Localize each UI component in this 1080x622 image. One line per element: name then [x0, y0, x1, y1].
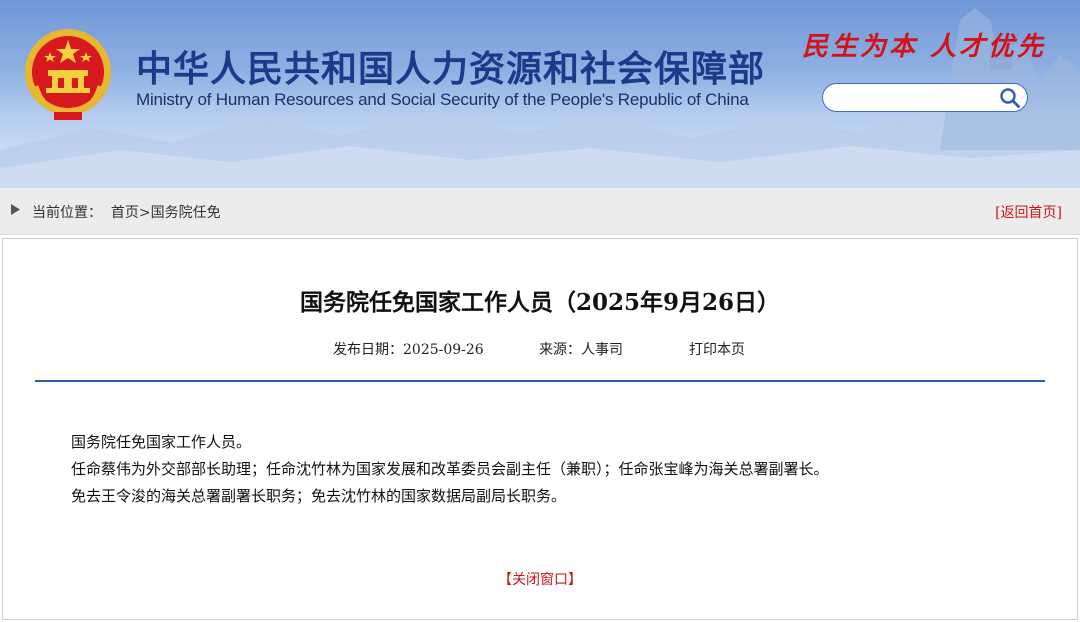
- source-value: 人事司: [581, 342, 623, 358]
- search-box: [822, 83, 1028, 112]
- search-input[interactable]: [833, 88, 993, 107]
- article-container: 国务院任免国家工作人员（2025年9月26日） 发布日期：2025-09-26 …: [2, 238, 1078, 620]
- site-title-en: Ministry of Human Resources and Social S…: [136, 90, 749, 109]
- search-icon[interactable]: [999, 87, 1021, 109]
- article-title: 国务院任免国家工作人员（2025年9月26日）: [299, 289, 781, 316]
- slogan: 民生为本 人才优先: [802, 32, 1047, 62]
- publish-date-value: 2025-09-26: [403, 342, 484, 358]
- breadcrumb-current-link[interactable]: 国务院任免: [151, 205, 221, 221]
- site-title-cn: 中华人民共和国人力资源和社会保障部: [136, 49, 766, 90]
- breadcrumb: 当前位置： 首页>国务院任免: [32, 202, 221, 222]
- breadcrumb-home-link[interactable]: 首页: [111, 205, 139, 221]
- national-emblem-icon: [25, 29, 111, 120]
- article-paragraph: 任命蔡伟为外交部部长助理；任命沈竹林为国家发展和改革委员会副主任（兼职）；任命张…: [71, 460, 829, 478]
- article-source: 来源：人事司: [539, 339, 623, 359]
- header-banner: 中华人民共和国人力资源和社会保障部 Ministry of Human Reso…: [0, 0, 1080, 188]
- breadcrumb-label: 当前位置：: [32, 205, 102, 221]
- article-body: 国务院任免国家工作人员。 任命蔡伟为外交部部长助理；任命沈竹林为国家发展和改革委…: [71, 429, 829, 510]
- source-label: 来源：: [539, 342, 581, 358]
- triangle-right-icon: [11, 204, 20, 215]
- close-window-link[interactable]: 【关闭窗口】: [3, 569, 1077, 589]
- back-home-link[interactable]: [返回首页]: [995, 202, 1062, 222]
- print-page-link[interactable]: 打印本页: [689, 339, 745, 359]
- breadcrumb-separator: >: [138, 205, 151, 221]
- publish-date: 发布日期：2025-09-26: [333, 339, 484, 359]
- publish-date-label: 发布日期：: [333, 342, 403, 358]
- article-paragraph: 国务院任免国家工作人员。: [71, 433, 252, 451]
- breadcrumb-bar: 当前位置： 首页>国务院任免 [返回首页]: [0, 188, 1080, 235]
- article-paragraph: 免去王令浚的海关总署副署长职务；免去沈竹林的国家数据局副局长职务。: [71, 487, 567, 505]
- title-divider: [35, 380, 1045, 382]
